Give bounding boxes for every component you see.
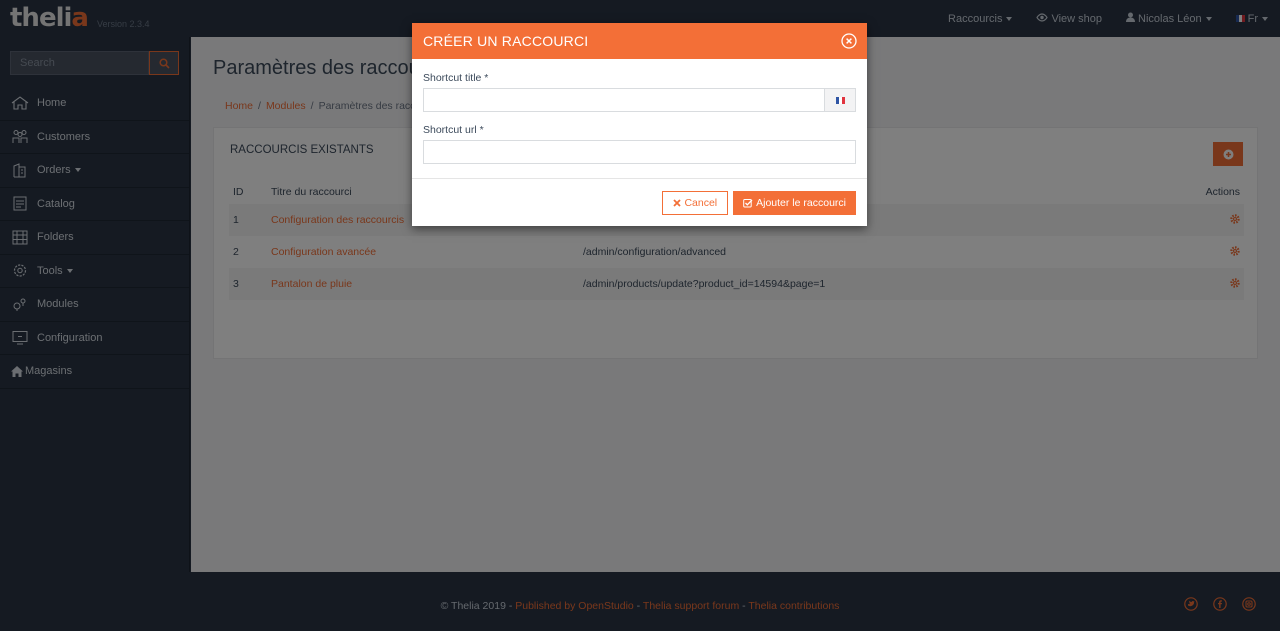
locale-addon <box>825 88 856 112</box>
close-button[interactable] <box>841 33 857 49</box>
shortcut-url-input[interactable] <box>423 140 856 164</box>
modal-title: CRÉER UN RACCOURCI <box>423 33 589 49</box>
shortcut-title-group <box>423 88 856 112</box>
french-flag-icon <box>835 96 845 104</box>
modal-header: CRÉER UN RACCOURCI <box>412 23 867 59</box>
close-icon <box>673 198 682 207</box>
cancel-button[interactable]: Cancel <box>662 190 729 215</box>
close-icon <box>841 33 857 49</box>
modal-footer: Cancel Ajouter le raccourci <box>412 178 867 226</box>
shortcut-title-input[interactable] <box>423 88 825 112</box>
modal-body: Shortcut title * Shortcut url * <box>412 59 867 164</box>
add-shortcut-submit-button[interactable]: Ajouter le raccourci <box>733 190 856 215</box>
shortcut-title-label: Shortcut title * <box>423 72 489 84</box>
check-square-icon <box>743 198 753 207</box>
shortcut-url-label: Shortcut url * <box>423 124 484 136</box>
shortcut-url-group <box>423 140 856 164</box>
create-shortcut-modal: CRÉER UN RACCOURCI Shortcut title * Shor… <box>412 23 867 226</box>
